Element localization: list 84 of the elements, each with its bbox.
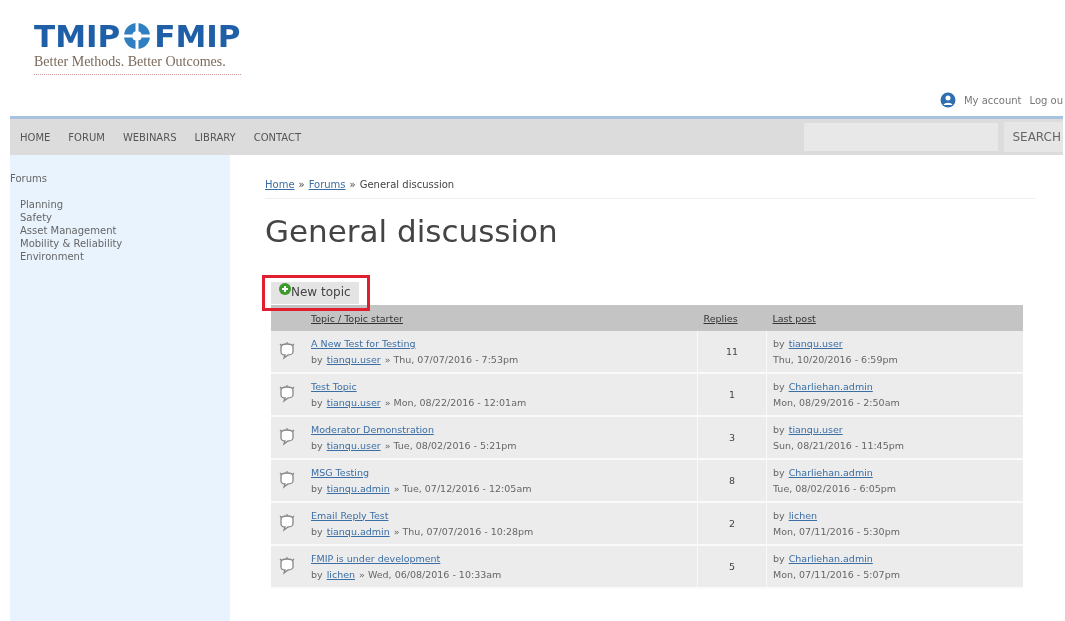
reply-count: 3 (697, 416, 767, 459)
user-link[interactable]: tianqu.user (326, 396, 381, 408)
speech-bubble-icon (277, 512, 297, 533)
post-date: » Thu, 07/07/2016 - 7:53pm (384, 353, 519, 365)
user-link[interactable]: tianqu.admin (326, 525, 390, 537)
sidebar-link[interactable]: Mobility & Reliability (20, 237, 230, 250)
user-link[interactable]: Charliehan.admin (788, 466, 873, 478)
by-label: by (773, 423, 785, 435)
reply-count: 2 (697, 502, 767, 545)
post-date: Sun, 08/21/2016 - 11:45pm (773, 438, 905, 453)
nav-link[interactable]: WEBINARS (122, 131, 177, 143)
by-label: by (773, 380, 785, 392)
sidebar-link[interactable]: Planning (20, 198, 230, 211)
site-logo[interactable]: TMIP FMIP Better Methods. Better Outcomes. (34, 18, 241, 75)
by-label: by (311, 568, 323, 580)
post-date: Thu, 10/20/2016 - 6:59pm (773, 352, 899, 367)
logout-link[interactable]: Log ou (1029, 94, 1063, 106)
post-date: Mon, 07/11/2016 - 5:30pm (773, 524, 901, 539)
sidebar-link[interactable]: Asset Management (20, 224, 230, 237)
by-label: by (311, 525, 323, 537)
breadcrumb-link[interactable]: Forums (308, 179, 346, 190)
post-date: » Wed, 06/08/2016 - 10:33am (359, 568, 502, 580)
breadcrumb-separator: » (349, 179, 356, 190)
user-icon (939, 92, 956, 108)
user-link[interactable]: tianqu.user (326, 439, 381, 451)
nav-link[interactable]: HOME (20, 131, 51, 143)
column-header[interactable]: Topic / Topic starter (311, 312, 403, 324)
user-link[interactable]: tianqu.admin (326, 482, 390, 494)
reply-count: 5 (697, 545, 767, 588)
post-date: » Thu, 07/07/2016 - 10:28pm (393, 525, 534, 537)
topic-link[interactable]: Moderator Demonstration (311, 423, 434, 435)
by-label: by (311, 396, 323, 408)
speech-bubble-icon (277, 383, 297, 404)
nav-link[interactable]: LIBRARY (194, 131, 236, 143)
by-label: by (773, 552, 785, 564)
column-header[interactable]: Last post (772, 312, 816, 324)
breadcrumb-link[interactable]: Home (265, 179, 295, 190)
speech-bubble-icon (277, 340, 297, 361)
topic-link[interactable]: MSG Testing (311, 466, 369, 478)
breadcrumb-current: General discussion (359, 179, 455, 190)
reply-count: 1 (697, 373, 767, 416)
post-date: » Tue, 08/02/2016 - 5:21pm (384, 439, 517, 451)
logo-tagline: Better Methods. Better Outcomes. (34, 54, 227, 70)
logo-text: TMIP (34, 18, 121, 54)
user-link[interactable]: Charliehan.admin (788, 552, 873, 564)
post-date: » Tue, 07/12/2016 - 12:05am (393, 482, 532, 494)
page-title: General discussion (265, 213, 559, 251)
user-link[interactable]: lichen (326, 568, 356, 580)
topic-link[interactable]: FMIP is under development (311, 552, 441, 564)
topic-link[interactable]: A New Test for Testing (311, 337, 416, 349)
post-date: » Mon, 08/22/2016 - 12:01am (384, 396, 527, 408)
by-label: by (311, 353, 323, 365)
sidebar-link[interactable]: Environment (20, 250, 230, 263)
reply-count: 11 (697, 331, 767, 373)
user-link[interactable]: lichen (788, 509, 818, 521)
user-link[interactable]: tianqu.user (326, 353, 381, 365)
plus-icon (279, 283, 291, 295)
nav-link[interactable]: FORUM (68, 131, 105, 143)
by-label: by (311, 482, 323, 494)
reply-count: 8 (697, 459, 767, 502)
breadcrumb-separator: » (298, 179, 305, 190)
nav-link[interactable]: CONTACT (253, 131, 302, 143)
new-topic-button[interactable]: New topic (271, 282, 359, 304)
sidebar-title: Forums (10, 173, 48, 184)
user-link[interactable]: tianqu.user (788, 423, 843, 435)
by-label: by (311, 439, 323, 451)
by-label: by (773, 466, 785, 478)
user-link[interactable]: Charliehan.admin (788, 380, 873, 392)
speech-bubble-icon (277, 469, 297, 490)
by-label: by (773, 337, 785, 349)
speech-bubble-icon (277, 555, 297, 576)
topic-link[interactable]: Test Topic (311, 380, 357, 392)
post-date: Mon, 08/29/2016 - 2:50am (773, 395, 901, 410)
user-link[interactable]: tianqu.user (788, 337, 843, 349)
speech-bubble-icon (277, 426, 297, 447)
sidebar-link[interactable]: Safety (20, 211, 230, 224)
search-button[interactable]: SEARCH (1004, 122, 1063, 152)
globe-icon (122, 21, 153, 51)
topic-link[interactable]: Email Reply Test (311, 509, 389, 521)
account-link[interactable]: My account (963, 94, 1022, 106)
by-label: by (773, 509, 785, 521)
post-date: Mon, 07/11/2016 - 5:07pm (773, 567, 901, 582)
logo-text: FMIP (154, 18, 241, 54)
post-date: Tue, 08/02/2016 - 6:05pm (773, 481, 898, 496)
